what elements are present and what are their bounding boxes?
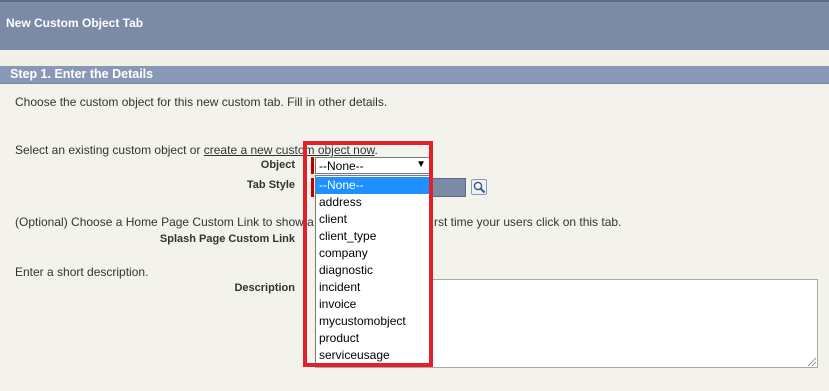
select-existing-prefix: Select an existing custom object or	[15, 143, 204, 157]
description-label: Description	[234, 282, 295, 294]
resize-handle[interactable]	[808, 358, 816, 366]
optional-text-left: (Optional) Choose a Home Page Custom Lin…	[15, 215, 314, 229]
object-label: Object	[260, 159, 295, 171]
tab-style-field[interactable]	[430, 178, 466, 197]
splash-page-label: Splash Page Custom Link	[159, 233, 295, 245]
highlight-box	[303, 141, 433, 367]
lookup-icon[interactable]	[471, 179, 487, 195]
intro-text: Choose the custom object for this new cu…	[15, 95, 388, 109]
tab-style-label: Tab Style	[246, 179, 295, 191]
step-title: Step 1. Enter the Details	[10, 67, 154, 81]
page-title: New Custom Object Tab	[6, 16, 144, 30]
page-header: New Custom Object Tab	[0, 0, 829, 50]
short-description-text: Enter a short description.	[15, 265, 149, 279]
step-header: Step 1. Enter the Details	[0, 66, 829, 84]
optional-text-right: rst time your users click on this tab.	[434, 215, 622, 229]
